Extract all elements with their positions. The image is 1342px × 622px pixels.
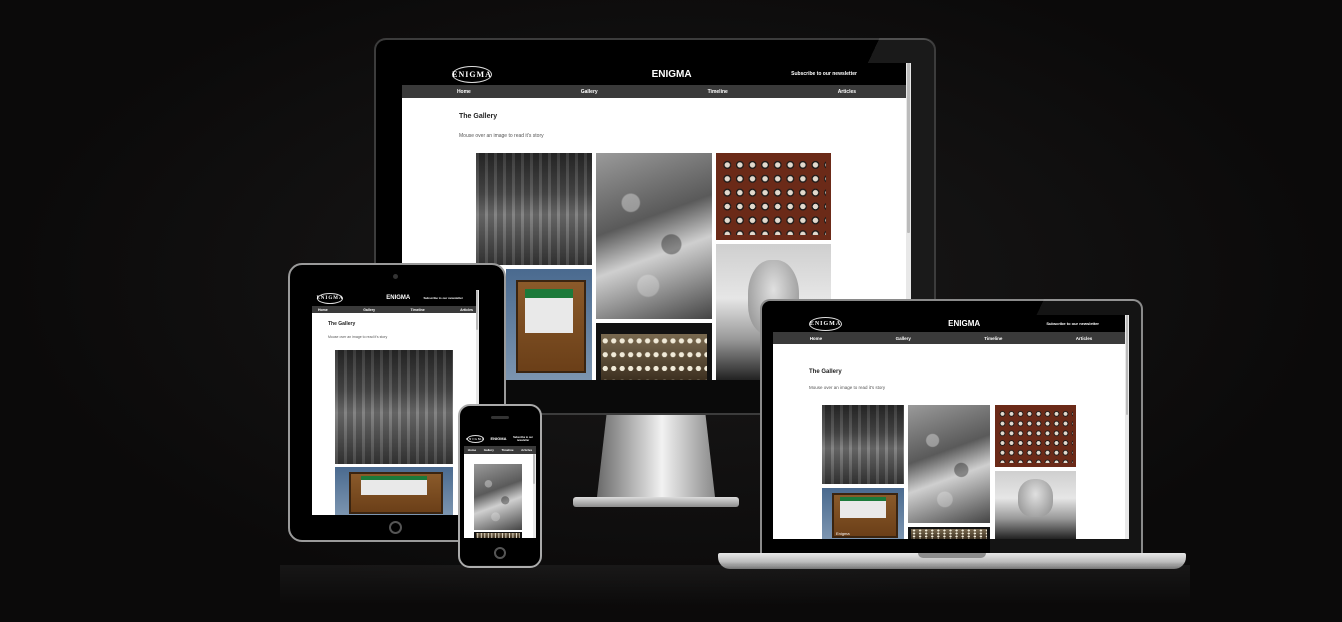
gallery-photo-crowd[interactable] [908,405,990,523]
nav-home[interactable]: Home [318,308,328,312]
gallery-subtext: Mouse over an image to read it's story [459,133,544,139]
gallery-heading: The Gallery [809,369,842,375]
gallery-photo-enigma[interactable] [506,269,592,380]
scrollbar[interactable] [533,454,536,538]
site-nav: Home Gallery Timeline Articles [402,85,911,98]
nav-home[interactable]: Home [468,448,476,452]
nav-home[interactable]: Home [810,336,823,341]
laptop-base [718,553,1186,569]
newsletter-link[interactable]: Subscribe to our newsletter [513,436,533,442]
site-header: ENIGMA ENIGMA Subscribe to our newslette… [464,431,536,446]
gallery-photo-forest[interactable] [822,405,904,484]
gallery-photo-enigma[interactable]: Enigma [822,488,904,539]
site-title: ENIGMA [490,436,507,441]
gallery-photo-portrait[interactable] [995,471,1076,539]
logo-icon[interactable]: ENIGMA [466,434,484,443]
tablet-screen: ENIGMA ENIGMA Subscribe to our newslette… [312,290,479,515]
laptop-screen: ENIGMA ENIGMA Subscribe to our newslette… [773,315,1129,539]
gallery-photo-bombe[interactable] [995,405,1076,467]
newsletter-link[interactable]: Subscribe to our newsletter [1046,321,1099,326]
nav-articles[interactable]: Articles [460,308,473,312]
gallery-photo-bombe[interactable] [716,153,831,240]
nav-gallery[interactable]: Gallery [581,89,598,95]
monitor-stand [573,415,739,511]
gallery-subtext: Mouse over an image to read it's story [809,385,886,390]
site-title: ENIGMA [386,295,411,301]
scrollbar[interactable] [1125,315,1129,539]
nav-gallery[interactable]: Gallery [363,308,375,312]
gallery-heading: The Gallery [328,321,356,327]
photo-caption: Enigma [836,531,850,536]
logo-icon[interactable]: ENIGMA [452,65,492,83]
gallery-photo-enigma[interactable] [335,467,453,515]
nav-articles[interactable]: Articles [521,448,532,452]
site-header: ENIGMA ENIGMA Subscribe to our newslette… [402,63,911,85]
gallery-photo-crowd[interactable] [596,153,712,319]
nav-gallery[interactable]: Gallery [896,336,911,341]
gallery-heading: The Gallery [459,113,498,120]
gallery-photo-keys[interactable] [596,323,712,380]
site-title: ENIGMA [651,68,692,80]
nav-timeline[interactable]: Timeline [411,308,425,312]
site-title: ENIGMA [948,319,981,328]
gallery-photo-crowd[interactable] [474,464,522,530]
floor-reflection [280,565,1190,605]
gallery-photo-keys[interactable] [474,532,522,538]
logo-icon[interactable]: ENIGMA [809,316,842,331]
site-nav: Home Gallery Timeline Articles [773,332,1129,344]
gallery-photo-forest[interactable] [335,350,453,464]
gallery-photo-forest[interactable] [476,153,592,265]
newsletter-link[interactable]: Subscribe to our newsletter [423,296,463,300]
nav-timeline[interactable]: Timeline [984,336,1002,341]
site-header: ENIGMA ENIGMA Subscribe to our newslette… [312,290,479,306]
newsletter-link[interactable]: Subscribe to our newsletter [791,71,857,77]
gallery-photo-keys[interactable] [908,527,990,539]
nav-home[interactable]: Home [457,89,471,95]
site-nav: Home Gallery Timeline Articles [312,306,479,313]
phone-screen: ENIGMA ENIGMA Subscribe to our newslette… [464,431,536,538]
site-nav: Home Gallery Timeline Articles [464,446,536,454]
site-header: ENIGMA ENIGMA Subscribe to our newslette… [773,315,1129,332]
nav-articles[interactable]: Articles [838,89,856,95]
mockup-stage: ENIGMA ENIGMA Subscribe to our newslette… [0,0,1342,622]
nav-gallery[interactable]: Gallery [484,448,494,452]
nav-articles[interactable]: Articles [1076,336,1093,341]
gallery-subtext: Mouse over an image to read it's story [328,335,388,339]
nav-timeline[interactable]: Timeline [501,448,513,452]
logo-icon[interactable]: ENIGMA [316,292,343,304]
nav-timeline[interactable]: Timeline [708,89,728,95]
